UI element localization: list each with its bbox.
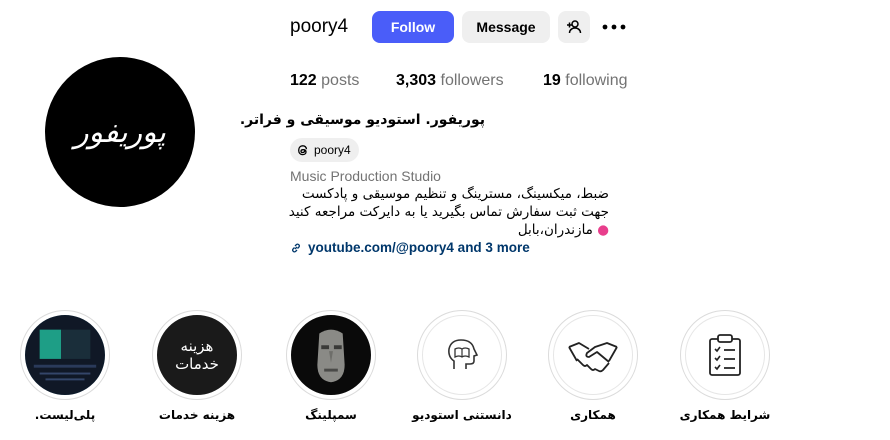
highlight-label: دانستنی استودیو [412,408,512,422]
bio-links[interactable]: youtube.com/@poory4 and 3 more [290,240,530,255]
highlight-studio-facts[interactable]: دانستنی استودیو [407,310,517,422]
add-user-icon [567,20,582,34]
message-button[interactable]: Message [462,11,550,43]
playlist-thumbnail-art [26,316,104,394]
highlight-pricing[interactable]: هزینه خدمات هزینه خدمات [142,310,252,422]
bio-display-name: پوریفور. استودیو موسیقی و فراتر. [239,112,485,128]
highlight-ring: هزینه خدمات [152,310,242,400]
highlight-playlist[interactable]: پلی‌لیست. [10,310,120,422]
bio-line-location: مازندران،بابل [517,222,593,238]
bio-line-services: ضبط، میکسینگ، مسترینگ و تنظیم موسیقی و پ… [301,186,609,202]
highlight-ring [20,310,110,400]
moai-statue-icon [292,316,370,394]
clipboard-checklist-icon [709,334,741,376]
profile-avatar[interactable]: پوریفور [45,57,195,207]
handshake-thumbnail [553,315,633,395]
followers-count: 3,303 [396,72,437,89]
posts-count: 122 [290,72,317,89]
highlight-label: پلی‌لیست. [34,408,96,422]
playlist-thumbnail [25,315,105,395]
avatar-logo-text: پوریفور [74,114,166,150]
head-book-icon [448,339,479,369]
highlight-label: شرایط همکاری [679,408,771,422]
highlight-label: همکاری [570,408,616,422]
bio-link-text: youtube.com/@poory4 and 3 more [308,240,530,255]
threads-icon [298,145,308,156]
highlight-label: هزینه خدمات [158,408,236,422]
posts-label: posts [321,72,360,89]
thumbnail-text-top: هزینه [180,337,214,355]
username: poory4 [290,16,349,37]
highlight-ring [680,310,770,400]
followers-label: followers [440,72,504,89]
threads-handle: poory4 [314,143,351,157]
following-label: following [565,72,628,89]
price-thumbnail: هزینه خدمات [157,315,237,395]
clipboard-thumbnail [685,315,765,395]
more-dots-icon [602,24,626,30]
location-pin-icon: ● [597,222,609,238]
highlight-label: سمپلینگ [305,408,357,422]
bio-line-contact: جهت ثبت سفارش تماس بگیرید یا به دایرکت م… [288,204,609,220]
threads-badge[interactable]: poory4 [290,138,359,162]
suggest-user-button[interactable] [558,11,590,43]
more-options-button[interactable] [600,16,628,38]
moai-statue-thumbnail [291,315,371,395]
posts-stat: 122 posts [290,72,359,90]
highlight-sampling[interactable]: سمپلینگ [276,310,386,422]
highlight-cooperation-terms[interactable]: شرایط همکاری [670,310,780,422]
head-book-thumbnail [422,315,502,395]
following-stat[interactable]: 19 following [543,72,628,90]
highlight-cooperation[interactable]: همکاری [538,310,648,422]
following-count: 19 [543,72,561,89]
highlight-ring [548,310,638,400]
highlight-ring [286,310,376,400]
followers-stat[interactable]: 3,303 followers [396,72,504,90]
bio-category: Music Production Studio [290,168,441,184]
bio-line-location-row: ● مازندران،بابل [518,222,609,238]
highlight-ring [417,310,507,400]
link-icon [292,243,300,252]
handshake-icon [568,342,618,373]
thumbnail-text-bottom: خدمات [175,355,219,373]
follow-button[interactable]: Follow [372,11,454,43]
